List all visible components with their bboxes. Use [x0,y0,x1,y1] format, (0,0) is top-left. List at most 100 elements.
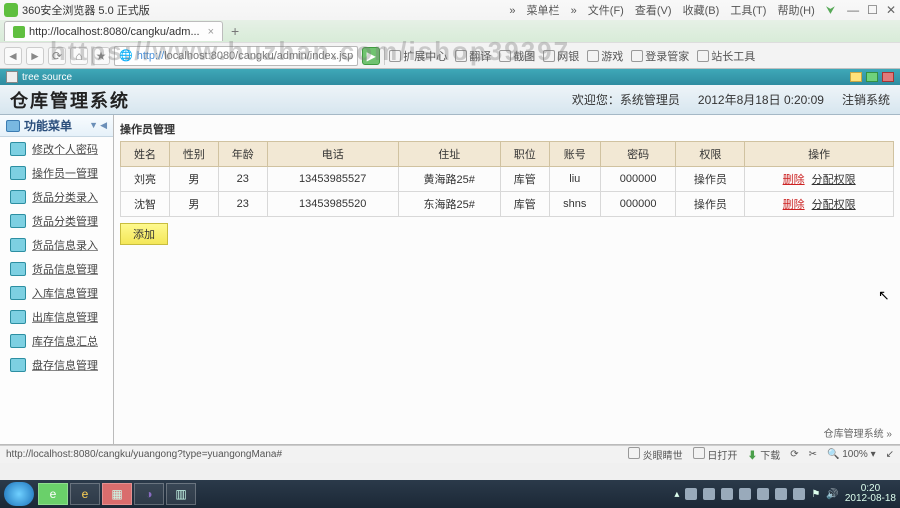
browser-tab[interactable]: http://localhost:8080/cangku/adm... × [4,21,223,41]
menu-item[interactable]: » [509,5,515,17]
tray-icon[interactable] [793,488,805,500]
url-text: http://http://localhost:8080/cangku/admi… [137,50,354,62]
task-item[interactable]: e [38,483,68,505]
tray-icon[interactable] [775,488,787,500]
sidebar-item-icon [10,310,26,324]
new-tab-button[interactable]: + [227,23,243,39]
task-item[interactable]: ▥ [166,483,196,505]
app-title: 仓库管理系统 [10,87,130,113]
status-item[interactable]: 炎眼睛世 [628,447,683,462]
sidebar-item[interactable]: 货品信息管理 [0,257,113,281]
sidebar-item[interactable]: 货品分类录入 [0,185,113,209]
tray-up-icon[interactable]: ▴ [674,489,679,500]
menu-item[interactable]: » [571,5,577,17]
window-buttons: — ☐ ✕ [847,3,896,17]
go-button[interactable]: ▶ [362,47,380,65]
menu-item[interactable]: 工具(T) [730,5,766,17]
forward-button[interactable]: ► [26,47,44,65]
sidebar-item-icon [10,238,26,252]
clock[interactable]: 0:20 2012-08-18 [845,484,896,504]
delete-link[interactable]: 删除 [783,199,805,211]
table-cell: 操作员 [676,192,745,217]
sidebar-item-icon [10,358,26,372]
back-button[interactable]: ◄ [4,47,22,65]
status-icon[interactable]: ↙ [886,449,894,460]
tab-favicon [13,26,25,38]
menu-item[interactable]: 帮助(H) [777,5,814,17]
menu-fold-icon[interactable]: ⮟ [826,5,835,17]
table-cell: 黄海路25# [398,167,500,192]
status-item[interactable]: ⬇ 下载 [747,447,780,462]
sidebar-item[interactable]: 操作员一管理 [0,161,113,185]
url-bar[interactable]: 🌐 http://http://localhost:8080/cangku/ad… [114,46,358,66]
sidebar-item[interactable]: 库存信息汇总 [0,329,113,353]
tray-icon[interactable] [739,488,751,500]
star-button[interactable]: ★ [92,47,110,65]
clock-date: 2012-08-18 [845,494,896,504]
toolbar-item[interactable]: 登录管家 [631,48,689,64]
globe-icon: 🌐 [119,49,133,62]
panel-title: 操作员管理 [120,121,894,137]
assign-perm-link[interactable]: 分配权限 [812,174,856,186]
status-url: http://localhost:8080/cangku/yuangong?ty… [6,449,282,460]
minimize-button[interactable]: — [847,3,859,17]
maximize-button[interactable]: ☐ [867,3,878,17]
sidebar-item[interactable]: 修改个人密码 [0,137,113,161]
sidebar-item-label: 出库信息管理 [32,309,98,325]
toolbar-item[interactable]: 游戏 [587,48,623,64]
toolbar-item[interactable]: 扩展中心 [389,48,447,64]
sidebar-item-label: 操作员一管理 [32,165,98,181]
sidebar-item[interactable]: 货品信息录入 [0,233,113,257]
frame-min-icon[interactable] [850,72,862,82]
browser-favicon [4,3,18,17]
sidebar-item-label: 货品分类管理 [32,213,98,229]
menu-item[interactable]: 菜单栏 [527,5,560,17]
zoom-control[interactable]: 🔍 100% ▾ [827,449,876,460]
start-button[interactable] [4,482,34,506]
frame-close-icon[interactable] [882,72,894,82]
toolbar-item[interactable]: 截图 [499,48,535,64]
collapse-icon[interactable]: ▼◀ [89,120,107,131]
menu-item[interactable]: 文件(F) [588,5,624,17]
tray-icon[interactable] [721,488,733,500]
tab-close-icon[interactable]: × [208,26,214,38]
tray-icon[interactable] [757,488,769,500]
sidebar-item[interactable]: 货品分类管理 [0,209,113,233]
add-button[interactable]: 添加 [120,223,168,245]
task-item[interactable]: ▦ [102,483,132,505]
reload-button[interactable]: ⟳ [48,47,66,65]
table-header: 电话 [267,142,398,167]
browser-menu: » 菜单栏 » 文件(F) 查看(V) 收藏(B) 工具(T) 帮助(H) ⮟ [505,2,839,18]
toolbar-item[interactable]: 站长工具 [697,48,755,64]
table-header: 年龄 [218,142,267,167]
nav-bar: ◄ ► ⟳ ⌂ ★ 🌐 http://http://localhost:8080… [0,42,900,68]
sidebar-item[interactable]: 入库信息管理 [0,281,113,305]
toolbar-item[interactable]: 翻译 [455,48,491,64]
table-cell: 刘亮 [121,167,170,192]
delete-link[interactable]: 删除 [783,174,805,186]
menu-item[interactable]: 查看(V) [635,5,672,17]
app-frame-titlebar: tree source [0,69,900,85]
frame-max-icon[interactable] [866,72,878,82]
status-item[interactable]: ✂ [809,449,817,460]
toolbar-item[interactable]: 网银 [543,48,579,64]
task-item[interactable]: e [70,483,100,505]
sidebar-item[interactable]: 出库信息管理 [0,305,113,329]
flag-icon[interactable]: ⚑ [811,489,820,500]
status-item[interactable]: 日打开 [693,447,738,462]
close-button[interactable]: ✕ [886,3,896,17]
sidebar-item-icon [10,286,26,300]
menu-item[interactable]: 收藏(B) [683,5,720,17]
task-item[interactable]: ◑ [134,483,164,505]
assign-perm-link[interactable]: 分配权限 [812,199,856,211]
open-icon [693,447,705,459]
home-button[interactable]: ⌂ [70,47,88,65]
status-item[interactable]: ⟳ [790,449,798,460]
tray-icon[interactable] [685,488,697,500]
tray-icon[interactable] [703,488,715,500]
sidebar-item[interactable]: 盘存信息管理 [0,353,113,377]
logout-link[interactable]: 注销系统 [842,91,890,108]
key-icon [631,50,643,62]
volume-icon[interactable]: 🔊 [826,489,838,500]
mouse-cursor-icon: ↖ [878,287,890,304]
